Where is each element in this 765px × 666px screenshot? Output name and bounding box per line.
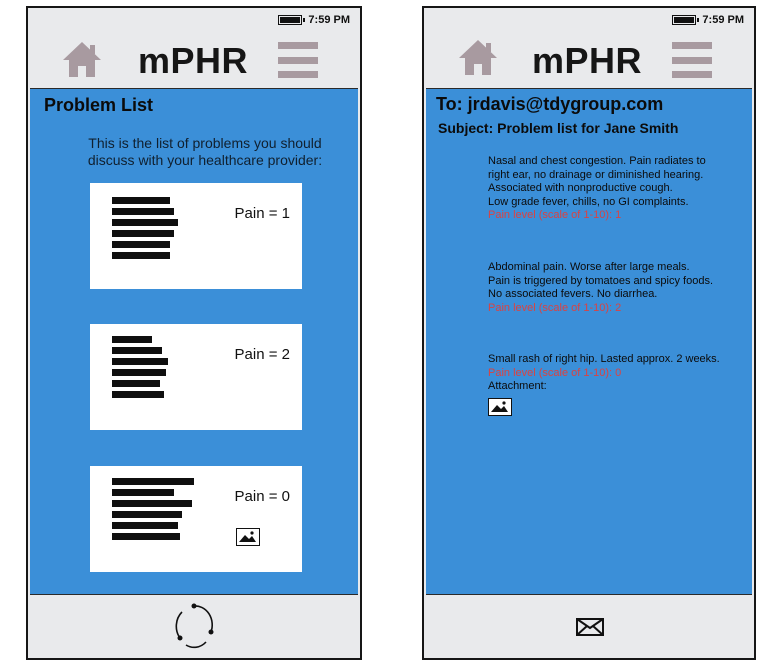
attachment-label: Attachment: — [488, 380, 547, 392]
pain-level: Pain level (scale of 1-10): 2 — [488, 301, 622, 314]
home-icon[interactable] — [62, 40, 102, 78]
battery-icon — [672, 15, 700, 25]
email-panel: To: jrdavis@tdygroup.com Subject: Proble… — [426, 88, 752, 595]
refresh-icon[interactable] — [172, 602, 218, 650]
app-header: mPHR — [28, 30, 360, 88]
app-title: mPHR — [532, 40, 643, 81]
mail-icon[interactable] — [576, 618, 604, 636]
app-title: mPHR — [138, 40, 249, 81]
image-attachment-icon[interactable] — [236, 528, 260, 546]
problem-text-placeholder — [112, 197, 178, 263]
page-title: Problem List — [44, 95, 154, 115]
app-header: mPHR — [424, 30, 754, 88]
bottom-bar — [28, 594, 360, 658]
status-bar: 7:59 PM — [278, 12, 350, 28]
pain-level: Pain level (scale of 1-10): 1 — [488, 209, 622, 221]
problem-entry: Abdominal pain. Worse after large meals.… — [488, 261, 748, 315]
intro-text: This is the list of problems you should … — [87, 135, 323, 168]
problem-text-placeholder — [112, 478, 194, 544]
pain-score: Pain = 2 — [234, 346, 290, 363]
problem-card[interactable]: Pain = 1 — [90, 183, 302, 289]
email-subject: Subject: Problem list for Jane Smith — [438, 120, 679, 136]
problem-text-placeholder — [112, 336, 168, 402]
status-time: 7:59 PM — [702, 14, 744, 26]
problem-list-panel: Problem List This is the list of problem… — [30, 88, 358, 595]
menu-icon[interactable] — [672, 42, 712, 78]
problem-card[interactable]: Pain = 0 — [90, 466, 302, 572]
bottom-bar — [424, 594, 754, 658]
problem-card[interactable]: Pain = 2 — [90, 324, 302, 430]
image-attachment-icon[interactable] — [488, 397, 512, 416]
phone-email: 7:59 PM mPHR To: jrdavis@tdygroup.com Su… — [422, 6, 756, 660]
email-recipient: To: jrdavis@tdygroup.com — [436, 94, 664, 114]
pain-score: Pain = 0 — [234, 488, 290, 505]
problem-entry: Nasal and chest congestion. Pain radiate… — [488, 155, 748, 223]
pain-level: Pain level (scale of 1-10): 0 — [488, 366, 622, 379]
menu-icon[interactable] — [278, 42, 318, 78]
status-bar: 7:59 PM — [672, 12, 744, 28]
status-time: 7:59 PM — [308, 14, 350, 26]
battery-icon — [278, 15, 306, 25]
phone-problem-list: 7:59 PM mPHR Problem List This is the li… — [26, 6, 362, 660]
pain-score: Pain = 1 — [234, 205, 290, 222]
home-icon[interactable] — [458, 38, 498, 76]
problem-entry: Small rash of right hip. Lasted approx. … — [488, 353, 748, 416]
